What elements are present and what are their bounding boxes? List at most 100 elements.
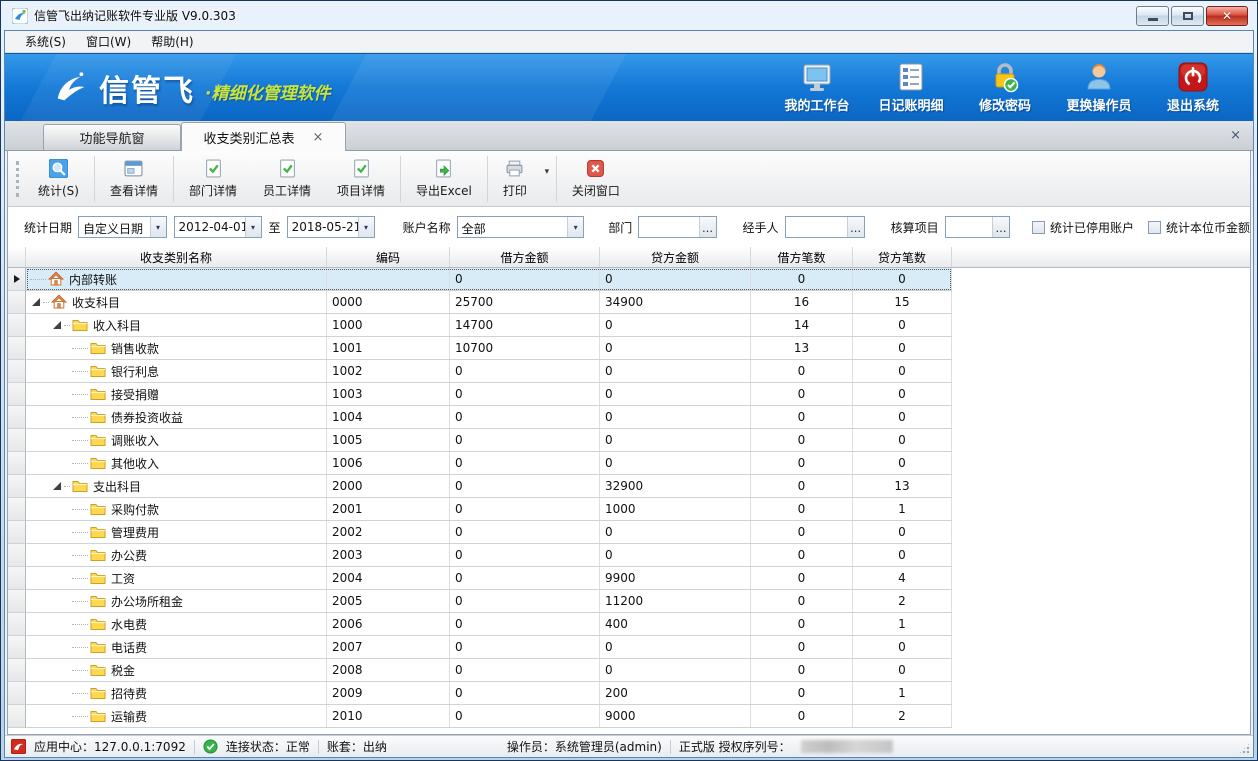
account-combo[interactable]: 全部 ▾ <box>457 216 585 238</box>
agent-field[interactable]: … <box>785 216 865 238</box>
project-field[interactable]: … <box>945 216 1010 238</box>
column-header-5[interactable]: 贷方笔数 <box>853 247 952 267</box>
category-name: 内部转账 <box>69 271 117 288</box>
department-detail-button[interactable]: 部门详情 <box>176 154 250 204</box>
tab-close-icon[interactable]: × <box>313 131 324 144</box>
ellipsis-icon[interactable]: … <box>699 217 716 237</box>
print-icon <box>505 159 524 178</box>
include-disabled-accounts-checkbox[interactable]: 统计已停用账户 <box>1032 219 1134 236</box>
exit-system-button[interactable]: 退出系统 <box>1151 61 1235 114</box>
minimize-button[interactable] <box>1136 6 1169 26</box>
table-row[interactable]: 管理费用20020000 <box>8 521 952 544</box>
change-password-button[interactable]: 修改密码 <box>963 61 1047 114</box>
date-from-combo[interactable]: 2012-04-01 ▾ <box>174 216 262 238</box>
resize-grip[interactable] <box>1238 742 1251 755</box>
connection-status-text: 连接状态：正常 <box>226 738 310 755</box>
date-to-combo[interactable]: 2018-05-21 ▾ <box>287 216 375 238</box>
tabstrip-close-icon[interactable]: × <box>1230 128 1241 143</box>
category-name: 支出科目 <box>93 478 141 495</box>
project-detail-button[interactable]: 项目详情 <box>324 154 398 204</box>
table-row[interactable]: 其他收入10060000 <box>8 452 952 475</box>
credit-amount-cell: 9000 <box>600 705 751 727</box>
chevron-down-icon[interactable]: ▾ <box>358 217 374 237</box>
tab-income-expense-summary[interactable]: 收支类别汇总表 × <box>181 122 346 151</box>
code-cell: 2007 <box>327 636 450 658</box>
credit-amount-cell: 9900 <box>600 567 751 589</box>
table-row[interactable]: 办公场所租金200501120002 <box>8 590 952 613</box>
category-name: 其他收入 <box>111 455 159 472</box>
chevron-down-icon[interactable]: ▾ <box>150 217 166 237</box>
chevron-down-icon[interactable]: ▾ <box>567 217 583 237</box>
debit-count-cell: 0 <box>751 406 853 428</box>
menu-system[interactable]: 系统(S) <box>15 31 76 52</box>
app-logo-icon <box>12 8 28 24</box>
print-button[interactable]: 打印 <box>490 154 540 204</box>
column-header-2[interactable]: 借方金额 <box>450 247 600 267</box>
table-row[interactable]: 接受捐赠10030000 <box>8 383 952 406</box>
column-header-3[interactable]: 贷方金额 <box>600 247 751 267</box>
credit-count-cell: 1 <box>853 613 952 635</box>
selected-row-arrow-icon <box>14 275 20 283</box>
table-row[interactable]: 税金20080000 <box>8 659 952 682</box>
code-cell: 1005 <box>327 429 450 451</box>
ellipsis-icon[interactable]: … <box>847 217 864 237</box>
maximize-button[interactable] <box>1171 6 1204 26</box>
tab-function-nav[interactable]: 功能导航窗 <box>43 124 181 150</box>
tree-expander-icon[interactable] <box>32 298 40 306</box>
table-row[interactable]: 债券投资收益10040000 <box>8 406 952 429</box>
table-row[interactable]: 销售收款1001107000130 <box>8 337 952 360</box>
table-row[interactable]: 招待费2009020001 <box>8 682 952 705</box>
ellipsis-icon[interactable]: … <box>992 217 1009 237</box>
window-title: 信管飞出纳记账软件专业版 V9.0.303 <box>34 7 1130 24</box>
tree-expander-icon[interactable] <box>53 321 61 329</box>
table-row[interactable]: 运输费20100900002 <box>8 705 952 728</box>
menu-help[interactable]: 帮助(H) <box>141 31 203 52</box>
close-window-button[interactable]: 关闭窗口 <box>559 154 633 204</box>
menu-window[interactable]: 窗口(W) <box>76 31 141 52</box>
tree-connector <box>72 394 88 395</box>
table-row[interactable]: 支出科目2000032900013 <box>8 475 952 498</box>
row-indicator <box>8 429 26 452</box>
statistics-button[interactable]: 统计(S) <box>25 154 92 204</box>
folder-icon <box>90 593 106 609</box>
date-type-combo[interactable]: 自定义日期 ▾ <box>78 216 167 238</box>
agent-label: 经手人 <box>743 219 779 236</box>
grid-header: 收支类别名称编码借方金额贷方金额借方笔数贷方笔数 <box>8 247 1250 268</box>
category-name-cell: 销售收款 <box>26 337 327 359</box>
table-row[interactable]: 银行利息10020000 <box>8 360 952 383</box>
table-row[interactable]: 水电费2006040001 <box>8 613 952 636</box>
table-row[interactable]: 电话费20070000 <box>8 636 952 659</box>
tree-connector <box>72 601 88 602</box>
column-header-1[interactable]: 编码 <box>327 247 450 267</box>
workbench-button[interactable]: 我的工作台 <box>775 61 859 114</box>
print-dropdown-arrow[interactable]: ▾ <box>540 151 554 206</box>
credit-count-cell: 2 <box>853 705 952 727</box>
column-header-4[interactable]: 借方笔数 <box>751 247 853 267</box>
table-row[interactable]: 办公费20030000 <box>8 544 952 567</box>
journal-detail-button[interactable]: 日记账明细 <box>869 61 953 114</box>
export-excel-icon <box>434 159 453 178</box>
category-name-cell: 债券投资收益 <box>26 406 327 428</box>
department-field[interactable]: … <box>638 216 716 238</box>
table-row[interactable]: 内部转账0000 <box>8 268 952 291</box>
employee-detail-button[interactable]: 员工详情 <box>250 154 324 204</box>
debit-amount-cell: 0 <box>450 498 600 520</box>
statistics-icon <box>49 159 68 178</box>
close-button[interactable]: ✕ <box>1206 6 1248 26</box>
export-excel-button[interactable]: 导出Excel <box>403 154 485 204</box>
table-row[interactable]: 调账收入10050000 <box>8 429 952 452</box>
table-row[interactable]: 收入科目1000147000140 <box>8 314 952 337</box>
row-indicator <box>8 337 26 360</box>
table-row[interactable]: 采购付款20010100001 <box>8 498 952 521</box>
change-operator-button[interactable]: 更换操作员 <box>1057 61 1141 114</box>
category-name: 水电费 <box>111 616 147 633</box>
column-header-0[interactable]: 收支类别名称 <box>26 247 327 267</box>
toolbar-grip[interactable] <box>16 161 19 197</box>
chevron-down-icon[interactable]: ▾ <box>245 217 261 237</box>
base-currency-checkbox[interactable]: 统计本位币金额 <box>1148 219 1250 236</box>
folder-icon <box>90 616 106 632</box>
tree-expander-icon[interactable] <box>53 482 61 490</box>
table-row[interactable]: 工资20040990004 <box>8 567 952 590</box>
view-detail-button[interactable]: 查看详情 <box>97 154 171 204</box>
table-row[interactable]: 收支科目000025700349001615 <box>8 291 952 314</box>
